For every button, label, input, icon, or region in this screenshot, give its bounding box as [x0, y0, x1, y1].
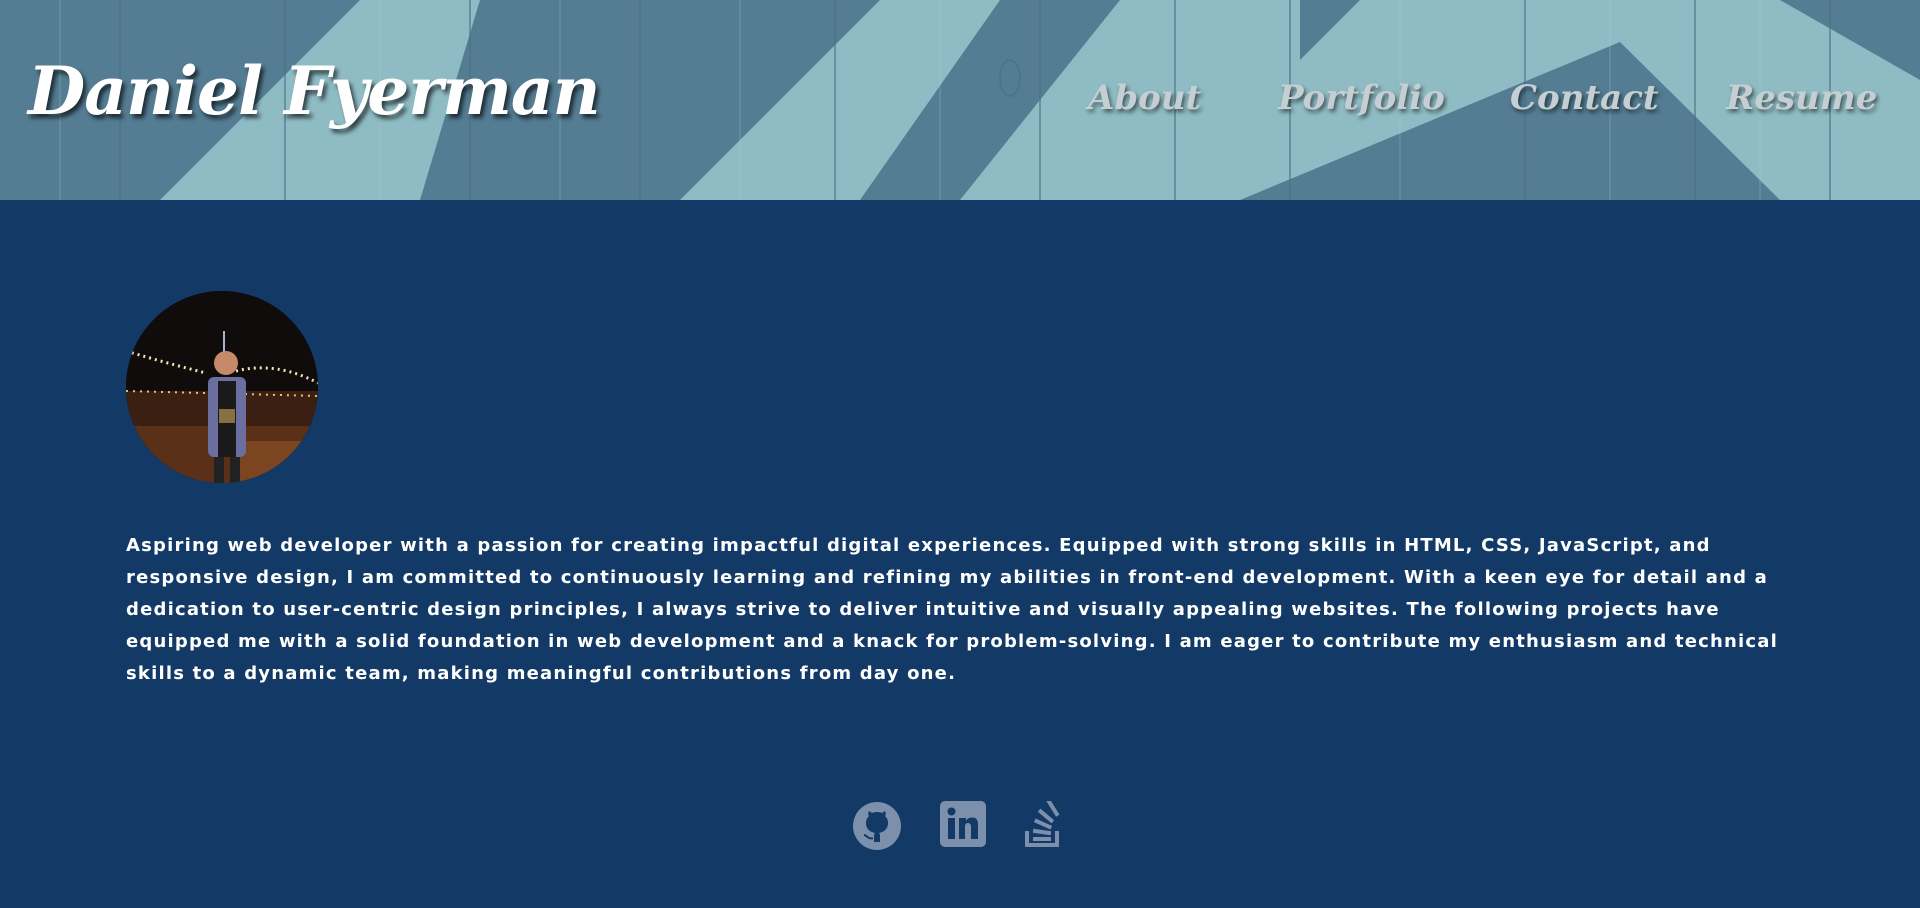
- about-section: Aspiring web developer with a passion fo…: [0, 200, 1920, 908]
- site-title[interactable]: Daniel Fyerman: [28, 52, 601, 130]
- nav-about[interactable]: About: [1088, 78, 1201, 118]
- nav-resume[interactable]: Resume: [1726, 78, 1877, 118]
- profile-photo-icon: [126, 291, 318, 483]
- profile-avatar: [126, 291, 318, 483]
- nav-contact[interactable]: Contact: [1510, 78, 1659, 118]
- github-icon: [853, 802, 901, 850]
- social-links: [852, 799, 1074, 851]
- github-link[interactable]: [852, 801, 902, 851]
- stackoverflow-link[interactable]: [1024, 799, 1074, 851]
- linkedin-link[interactable]: [940, 801, 990, 851]
- linkedin-icon: [940, 801, 986, 847]
- site-header: Daniel Fyerman About Portfolio Contact R…: [0, 0, 1920, 200]
- nav-portfolio[interactable]: Portfolio: [1278, 78, 1445, 118]
- bio-text: Aspiring web developer with a passion fo…: [126, 535, 1779, 684]
- stackoverflow-icon: [1025, 799, 1060, 847]
